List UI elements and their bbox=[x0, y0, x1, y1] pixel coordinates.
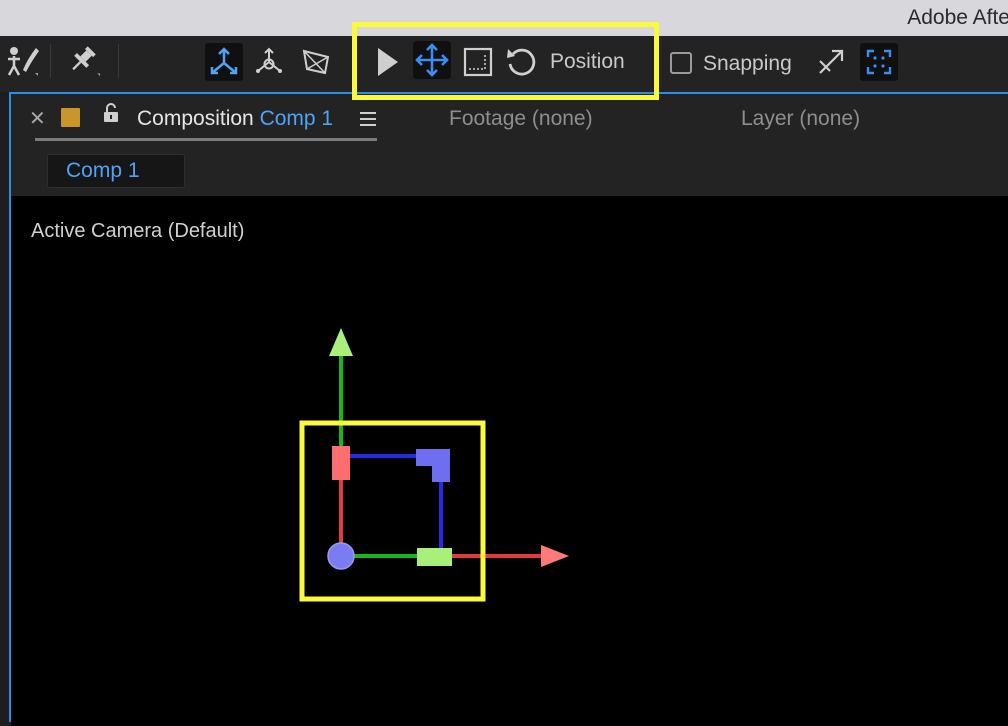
gizmo-highlight-box bbox=[299, 420, 486, 602]
gizmo-highlight-overlay bbox=[299, 420, 486, 602]
